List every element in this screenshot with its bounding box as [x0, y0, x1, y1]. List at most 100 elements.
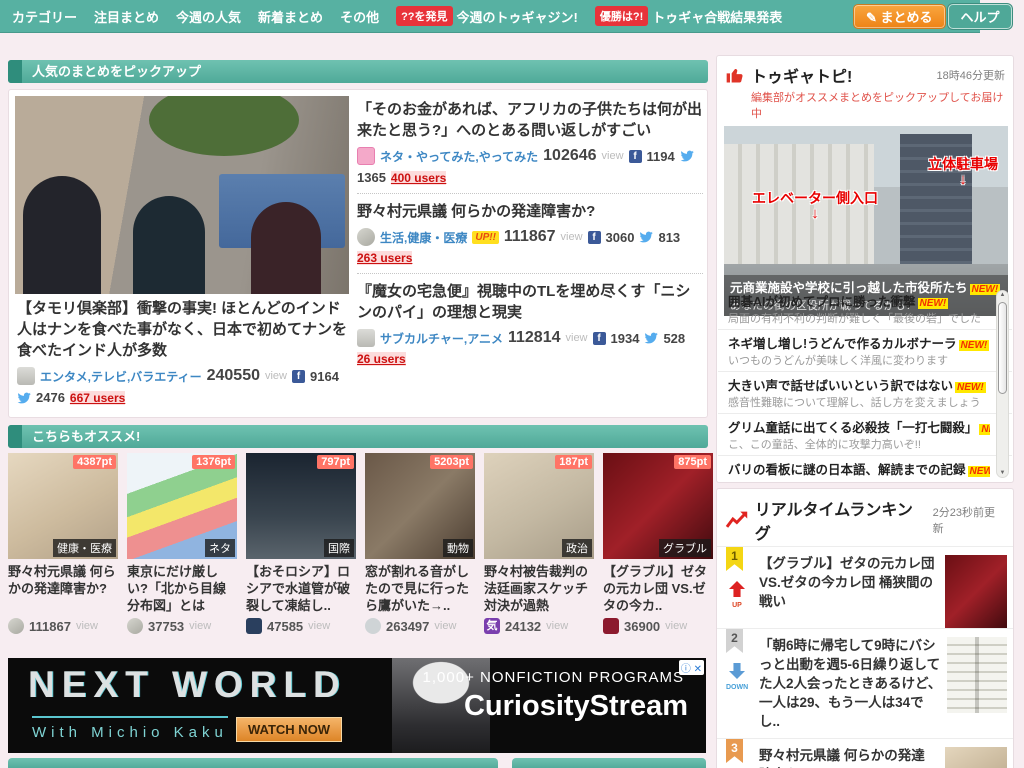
- list-item: 「そのお金があれば、アフリカの子供たちは何が出来たと思う?」へのとある問い返しが…: [357, 92, 703, 194]
- recommend-card[interactable]: 1376pt ネタ 東京にだけ厳しい?「北から目線分布図」とは 37753 vi…: [127, 453, 237, 634]
- topic-subtitle: 局面の有利不利の判断が難しく「最後の砦」でした: [728, 310, 990, 326]
- ranking-title: リアルタイムランキング: [755, 496, 927, 544]
- category-tag: グラブル: [659, 539, 711, 557]
- points-badge: 875pt: [674, 455, 711, 469]
- twitter-count: 528: [663, 331, 685, 346]
- adchoices-info-icon[interactable]: ⓘ: [681, 664, 691, 675]
- users-link[interactable]: 667 users: [70, 391, 125, 405]
- featured-article-title[interactable]: 【タモリ倶楽部】衝撃の事実! ほとんどのインド人はナンを食べた事がなく、日本で初…: [17, 298, 349, 361]
- featured-article-image[interactable]: [15, 96, 349, 294]
- togetopi-subtitle: 編集部がオススメまとめをピックアップしてお届け中: [751, 89, 1005, 121]
- category-tag: ネタ: [205, 539, 235, 557]
- category-links[interactable]: サブカルチャー,アニメ: [380, 330, 503, 347]
- article-meta: ネタ・やってみた,やってみた 102646 view f 1194 1365 4…: [357, 147, 703, 185]
- ranking-item-2[interactable]: 2 DOWN 「朝6時に帰宅して9時にバシっと出動を週5-6日繰り返してた人2人…: [717, 628, 1013, 738]
- ranking-item-1[interactable]: 1 UP 【グラブル】ゼタの元カレ団 VS.ゼタの今カレ団 桶狭間の戦い: [717, 546, 1013, 628]
- next-section-bar: [8, 758, 498, 768]
- create-summary-button[interactable]: ✎ まとめる: [853, 4, 946, 29]
- nav-item-new[interactable]: 新着まとめ: [258, 7, 323, 26]
- view-label: view: [76, 620, 98, 632]
- card-title[interactable]: 窓が割れる音がしたので見に行ったら鷹がいた→..: [365, 563, 475, 615]
- view-count: 37753: [148, 619, 184, 634]
- help-button[interactable]: ヘルプ: [948, 4, 1012, 29]
- article-title[interactable]: 野々村元県議 何らかの発達障害か?: [357, 201, 703, 222]
- avatar[interactable]: [17, 367, 35, 385]
- topic-subtitle: 感音性難聴について理解し、話し方を変えましょう: [728, 394, 990, 410]
- ranking-item-3[interactable]: 3 UP 野々村元県議 何らかの発達障害か?: [717, 738, 1013, 768]
- points-badge: 797pt: [317, 455, 354, 469]
- category-links[interactable]: 生活,健康・医療: [380, 229, 467, 246]
- users-link[interactable]: 400 users: [391, 171, 446, 185]
- article-title[interactable]: 「そのお金があれば、アフリカの子供たちは何が出来たと思う?」へのとある問い返しが…: [357, 99, 703, 141]
- users-link[interactable]: 26 users: [357, 352, 406, 366]
- new-badge: NEW!: [959, 340, 990, 351]
- topic-item[interactable]: ネギ増し増し!うどんで作るカルボナーラNEW! いつものうどんが美味しく洋風に変…: [718, 330, 1012, 372]
- category-links[interactable]: ネタ・やってみた,やってみた: [380, 148, 538, 165]
- togetopi-header: トゥギャトピ! 18時46分更新: [717, 56, 1013, 89]
- watch-now-button[interactable]: WATCH NOW: [236, 717, 342, 742]
- view-label: view: [189, 620, 211, 632]
- adchoices-controls: ⓘ ✕: [679, 660, 704, 675]
- scroll-down-arrow-icon[interactable]: ▼: [997, 470, 1008, 476]
- category-links[interactable]: エンタメ,テレビ,バラエティー: [40, 368, 202, 385]
- card-title[interactable]: 野々村被告裁判の法廷画家スケッチ対決が過熱: [484, 563, 594, 615]
- card-meta: 263497 view: [365, 618, 475, 634]
- view-count: 112814: [508, 329, 561, 347]
- card-title[interactable]: 【おそロシア】ロシアで水道管が破裂して凍結し..: [246, 563, 356, 615]
- recommend-card[interactable]: 4387pt 健康・医療 野々村元県議 何らかの発達障害か? 111867 vi…: [8, 453, 118, 634]
- image-foliage: [149, 96, 299, 156]
- avatar[interactable]: [357, 147, 375, 165]
- facebook-count: 9164: [310, 369, 339, 384]
- promo-badge: ??を発見: [396, 6, 452, 26]
- topic-item[interactable]: グリム童話に出てくる必殺技「一打七闘殺」NEW! こ、この童話、全体的に攻撃力高…: [718, 414, 1012, 456]
- ad-banner[interactable]: NEXT WORLD With Michio Kaku WATCH NOW 1,…: [8, 658, 706, 753]
- down-arrow-icon: ↓: [928, 174, 998, 186]
- recommend-card[interactable]: 187pt 政治 野々村被告裁判の法廷画家スケッチ対決が過熱 気 24132 v…: [484, 453, 594, 634]
- new-badge: NEW!: [968, 466, 990, 477]
- scrollbar-thumb[interactable]: [998, 302, 1007, 394]
- new-badge: NEW!: [979, 424, 990, 435]
- top-navigation: カテゴリー 注目まとめ 今週の人気 新着まとめ その他 ??を発見 今週のトゥギ…: [0, 0, 980, 32]
- topic-item[interactable]: バリの看板に謎の日本語、解読までの記録NEW! あなたは解読できますか?: [718, 456, 1012, 480]
- card-title[interactable]: 東京にだけ厳しい?「北から目線分布図」とは: [127, 563, 237, 615]
- promo-label: トゥギャ合戦結果発表: [652, 7, 782, 26]
- facebook-icon: f: [292, 370, 305, 383]
- card-thumbnail: 4387pt 健康・医療: [8, 453, 118, 559]
- avatar: [8, 618, 24, 634]
- nav-item-other[interactable]: その他: [340, 7, 379, 26]
- nav-promo-battle-results[interactable]: 優勝は?! トゥギャ合戦結果発表: [595, 6, 782, 26]
- card-title[interactable]: 【グラブル】ゼタの元カレ団 VS.ゼタの今カ..: [603, 563, 713, 615]
- down-arrow-icon: [728, 663, 746, 679]
- recommend-card[interactable]: 797pt 国際 【おそロシア】ロシアで水道管が破裂して凍結し.. 47585 …: [246, 453, 356, 634]
- facebook-count: 3060: [606, 230, 635, 245]
- users-link[interactable]: 263 users: [357, 251, 412, 265]
- nav-promo-togezine[interactable]: ??を発見 今週のトゥギャジン!: [396, 6, 578, 26]
- view-count: 111867: [29, 619, 71, 634]
- topics-scrollbar[interactable]: ▲ ▼: [996, 290, 1009, 478]
- article-title[interactable]: 『魔女の宅急便』視聴中のTLを埋め尽くす「ニシンのパイ」の理想と現実: [357, 281, 703, 323]
- avatar[interactable]: [357, 329, 375, 347]
- ad-close-icon[interactable]: ✕: [694, 664, 702, 675]
- image-person: [133, 196, 205, 294]
- nav-item-weekly-popular[interactable]: 今週の人気: [176, 7, 241, 26]
- topic-item[interactable]: 大きい声で話せばいいという訳ではないNEW! 感音性難聴について理解し、話し方を…: [718, 372, 1012, 414]
- pickup-section-title: 人気のまとめをピックアップ: [32, 64, 201, 79]
- list-item: 野々村元県議 何らかの発達障害か? 生活,健康・医療 UP!! 111867 v…: [357, 194, 703, 274]
- recommend-card[interactable]: 875pt グラブル 【グラブル】ゼタの元カレ団 VS.ゼタの今カ.. 3690…: [603, 453, 713, 634]
- view-label: view: [561, 231, 583, 243]
- nav-item-categories[interactable]: カテゴリー: [12, 7, 77, 26]
- recommend-card[interactable]: 5203pt 動物 窓が割れる音がしたので見に行ったら鷹がいた→.. 26349…: [365, 453, 475, 634]
- topic-item[interactable]: 囲碁AIが初めてプロに勝った衝撃NEW! 局面の有利不利の判断が難しく「最後の砦…: [718, 288, 1012, 330]
- scroll-up-arrow-icon[interactable]: ▲: [997, 292, 1008, 298]
- card-title[interactable]: 野々村元県議 何らかの発達障害か?: [8, 563, 118, 615]
- facebook-icon: f: [588, 231, 601, 244]
- list-item: 『魔女の宅急便』視聴中のTLを埋め尽くす「ニシンのパイ」の理想と現実 サブカルチ…: [357, 274, 703, 374]
- recommend-section-header: こちらもオススメ!: [8, 425, 708, 448]
- avatar[interactable]: [357, 228, 375, 246]
- view-count: 36900: [624, 619, 660, 634]
- rank-down-indicator: DOWN: [726, 663, 748, 691]
- view-label: view: [566, 332, 588, 344]
- nav-item-featured[interactable]: 注目まとめ: [94, 7, 159, 26]
- thumbs-up-icon: [725, 65, 745, 85]
- togetopi-title: トゥギャトピ!: [751, 63, 852, 87]
